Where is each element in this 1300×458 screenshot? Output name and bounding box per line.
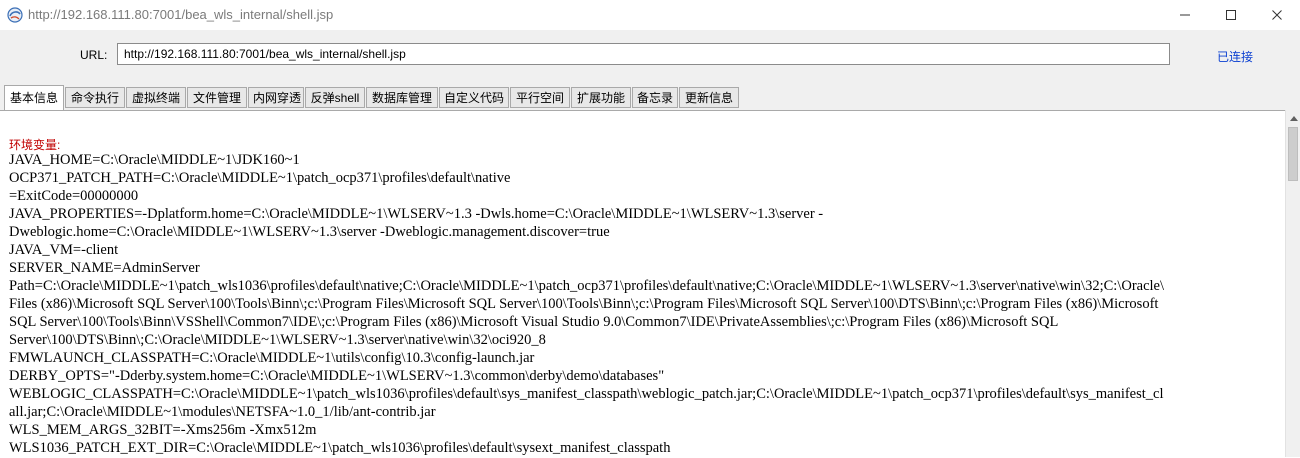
url-input[interactable]: http://192.168.111.80:7001/bea_wls_inter… bbox=[117, 43, 1170, 65]
env-variable-line: =ExitCode=00000000 bbox=[9, 188, 139, 204]
info-panel: 环境变量: JAVA_HOME=C:\Oracle\MIDDLE~1\JDK16… bbox=[0, 110, 1285, 458]
env-variable-line: JAVA_VM=-client bbox=[9, 242, 119, 258]
env-variable-line: OCP371_PATCH_PATH=C:\Oracle\MIDDLE~1\pat… bbox=[9, 170, 511, 186]
env-variable-line: JAVA_PROPERTIES=-Dplatform.home=C:\Oracl… bbox=[9, 206, 824, 222]
app-logo-icon bbox=[7, 7, 23, 23]
env-variable-line: Path=C:\Oracle\MIDDLE~1\patch_wls1036\pr… bbox=[9, 278, 1165, 294]
env-variable-line: SERVER_NAME=AdminServer bbox=[9, 260, 200, 276]
env-variable-line: SQL Server\100\Tools\Binn\VSShell\Common… bbox=[9, 314, 1059, 330]
env-variable-line: Dweblogic.home=C:\Oracle\MIDDLE~1\WLSERV… bbox=[9, 224, 610, 240]
env-variable-line: DERBY_OPTS="-Dderby.system.home=C:\Oracl… bbox=[9, 368, 665, 384]
env-variable-line: JAVA_HOME=C:\Oracle\MIDDLE~1\JDK160~1 bbox=[9, 152, 300, 168]
scroll-thumb[interactable] bbox=[1288, 127, 1298, 181]
env-variable-line: Server\100\DTS\Binn\;C:\Oracle\MIDDLE~1\… bbox=[9, 332, 546, 348]
tab-basic-info[interactable]: 基本信息 bbox=[4, 85, 64, 110]
close-button[interactable] bbox=[1254, 0, 1300, 30]
env-variable-line: Files (x86)\Microsoft SQL Server\100\Too… bbox=[9, 296, 1159, 312]
window-title: http://192.168.111.80:7001/bea_wls_inter… bbox=[28, 7, 334, 22]
connection-status: 已连接 bbox=[1217, 50, 1254, 64]
tab-bar: 基本信息 命令执行 虚拟终端 文件管理 内网穿透 反弹shell 数据库管理 自… bbox=[0, 81, 1300, 110]
tab-virtual-terminal[interactable]: 虚拟终端 bbox=[126, 87, 186, 108]
url-bar: URL: http://192.168.111.80:7001/bea_wls_… bbox=[0, 30, 1300, 81]
scroll-up-button[interactable] bbox=[1286, 110, 1300, 126]
tab-intranet-tunnel[interactable]: 内网穿透 bbox=[248, 87, 304, 108]
tab-parallel-space[interactable]: 平行空间 bbox=[510, 87, 570, 108]
title-bar: http://192.168.111.80:7001/bea_wls_inter… bbox=[0, 0, 1300, 30]
tab-command-exec[interactable]: 命令执行 bbox=[65, 87, 125, 108]
minimize-button[interactable] bbox=[1162, 0, 1208, 30]
env-variable-line: FMWLAUNCH_CLASSPATH=C:\Oracle\MIDDLE~1\u… bbox=[9, 350, 535, 366]
env-variable-line: all.jar;C:\Oracle\MIDDLE~1\modules\NETSF… bbox=[9, 404, 436, 420]
tab-update-info[interactable]: 更新信息 bbox=[679, 87, 739, 108]
env-variable-line: WLS1036_PATCH_EXT_DIR=C:\Oracle\MIDDLE~1… bbox=[9, 440, 671, 456]
env-variable-list: JAVA_HOME=C:\Oracle\MIDDLE~1\JDK160~1 OCP… bbox=[9, 151, 1285, 457]
env-variable-line: WEBLOGIC_CLASSPATH=C:\Oracle\MIDDLE~1\pa… bbox=[9, 386, 1164, 402]
maximize-button[interactable] bbox=[1208, 0, 1254, 30]
vertical-scrollbar[interactable] bbox=[1285, 110, 1300, 457]
tab-reverse-shell[interactable]: 反弹shell bbox=[305, 87, 365, 108]
tab-database-manager[interactable]: 数据库管理 bbox=[366, 87, 438, 108]
close-icon bbox=[1272, 10, 1282, 20]
tab-custom-code[interactable]: 自定义代码 bbox=[439, 87, 509, 108]
tab-extensions[interactable]: 扩展功能 bbox=[571, 87, 631, 108]
url-label: URL: bbox=[80, 48, 108, 62]
chevron-up-icon bbox=[1289, 116, 1298, 121]
env-variable-line: WLS_MEM_ARGS_32BIT=-Xms256m -Xmx512m bbox=[9, 422, 317, 438]
tab-file-manager[interactable]: 文件管理 bbox=[187, 87, 247, 108]
minimize-icon bbox=[1180, 14, 1190, 16]
tab-memo[interactable]: 备忘录 bbox=[632, 87, 678, 108]
maximize-icon bbox=[1226, 10, 1236, 20]
